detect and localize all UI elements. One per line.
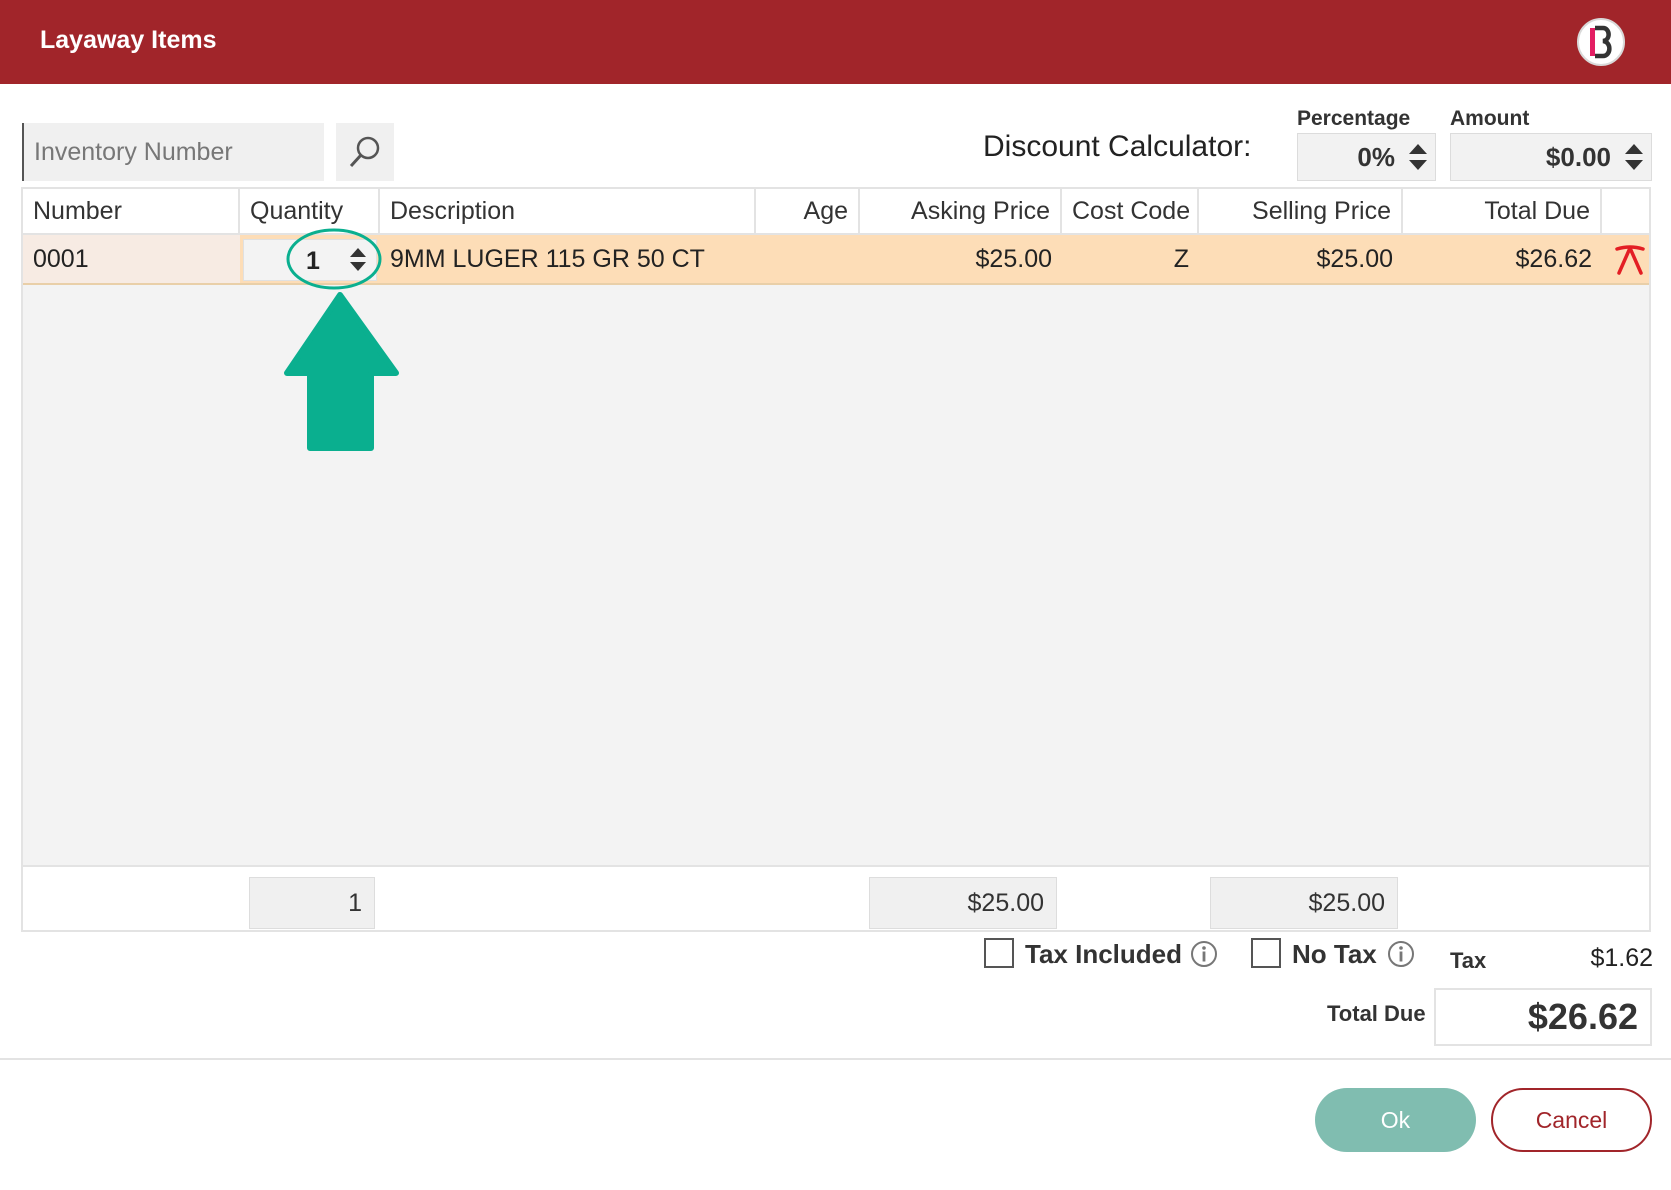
layaway-items-table: Number Quantity Description Age Asking P… <box>21 187 1651 932</box>
column-header-number[interactable]: Number <box>23 189 240 233</box>
quantity-stepper[interactable]: 1 <box>243 239 377 281</box>
increment-arrow-icon[interactable] <box>1409 144 1427 154</box>
layaway-items-dialog: Layaway Items Discount Calculator: Perce… <box>0 0 1671 1190</box>
remove-item-icon[interactable] <box>1613 243 1647 277</box>
cell-total-due: $26.62 <box>1515 245 1592 273</box>
column-header-selling-price[interactable]: Selling Price <box>1199 189 1403 233</box>
cell-age <box>756 235 860 283</box>
table-header: Number Quantity Description Age Asking P… <box>23 189 1649 235</box>
cell-selling-price: $25.00 <box>1316 245 1393 273</box>
cancel-button[interactable]: Cancel <box>1491 1088 1652 1152</box>
column-header-age[interactable]: Age <box>756 189 860 233</box>
total-selling-price: $25.00 <box>1210 877 1398 929</box>
table-row[interactable]: 0001 1 9MM LUGER 115 GR 50 CT $25.00 Z $… <box>23 235 1649 285</box>
total-due-label: Total Due <box>1327 1001 1426 1026</box>
cell-number: 0001 <box>23 235 240 283</box>
increment-arrow-icon[interactable] <box>1625 144 1643 154</box>
discount-calculator-label: Discount Calculator: <box>983 130 1252 163</box>
tax-value: $1.62 <box>1590 944 1653 972</box>
percentage-stepper[interactable]: 0% <box>1297 133 1436 181</box>
cell-cost-code: Z <box>1173 245 1189 273</box>
column-header-description[interactable]: Description <box>380 189 756 233</box>
no-tax-label: No Tax <box>1292 939 1377 969</box>
total-quantity: 1 <box>249 877 375 929</box>
footer-divider <box>0 1058 1671 1060</box>
cell-asking-price: $25.00 <box>975 245 1052 273</box>
search-icon <box>349 136 380 168</box>
cell-description: 9MM LUGER 115 GR 50 CT <box>390 245 705 273</box>
increment-arrow-icon[interactable] <box>350 248 366 257</box>
total-asking-price: $25.00 <box>869 877 1057 929</box>
info-icon[interactable] <box>1190 940 1218 968</box>
amount-caption: Amount <box>1450 107 1530 130</box>
total-due-value: $26.62 <box>1434 988 1652 1046</box>
info-icon[interactable] <box>1387 940 1415 968</box>
decrement-arrow-icon[interactable] <box>1409 160 1427 170</box>
decrement-arrow-icon[interactable] <box>350 262 366 271</box>
column-header-quantity[interactable]: Quantity <box>240 189 380 233</box>
quantity-value: 1 <box>306 247 320 275</box>
column-header-cost-code[interactable]: Cost Code <box>1062 189 1199 233</box>
no-tax-checkbox[interactable] <box>1251 938 1281 968</box>
percentage-value: 0% <box>1357 141 1395 172</box>
column-header-actions <box>1602 189 1649 233</box>
title-bar: Layaway Items <box>0 0 1671 84</box>
brand-logo-icon <box>1577 18 1625 66</box>
decrement-arrow-icon[interactable] <box>1625 160 1643 170</box>
totals-bar: 1 $25.00 $25.00 <box>23 865 1649 930</box>
column-header-total-due[interactable]: Total Due <box>1403 189 1602 233</box>
tax-label: Tax <box>1450 948 1487 973</box>
search-button[interactable] <box>336 123 394 181</box>
tax-included-label: Tax Included <box>1025 939 1182 969</box>
column-header-asking-price[interactable]: Asking Price <box>860 189 1062 233</box>
window-title: Layaway Items <box>40 26 217 54</box>
percentage-caption: Percentage <box>1297 107 1411 130</box>
amount-stepper[interactable]: $0.00 <box>1450 133 1652 181</box>
amount-value: $0.00 <box>1545 141 1611 172</box>
inventory-number-input[interactable] <box>22 123 324 181</box>
tax-included-checkbox[interactable] <box>984 938 1014 968</box>
ok-button[interactable]: Ok <box>1315 1088 1476 1152</box>
